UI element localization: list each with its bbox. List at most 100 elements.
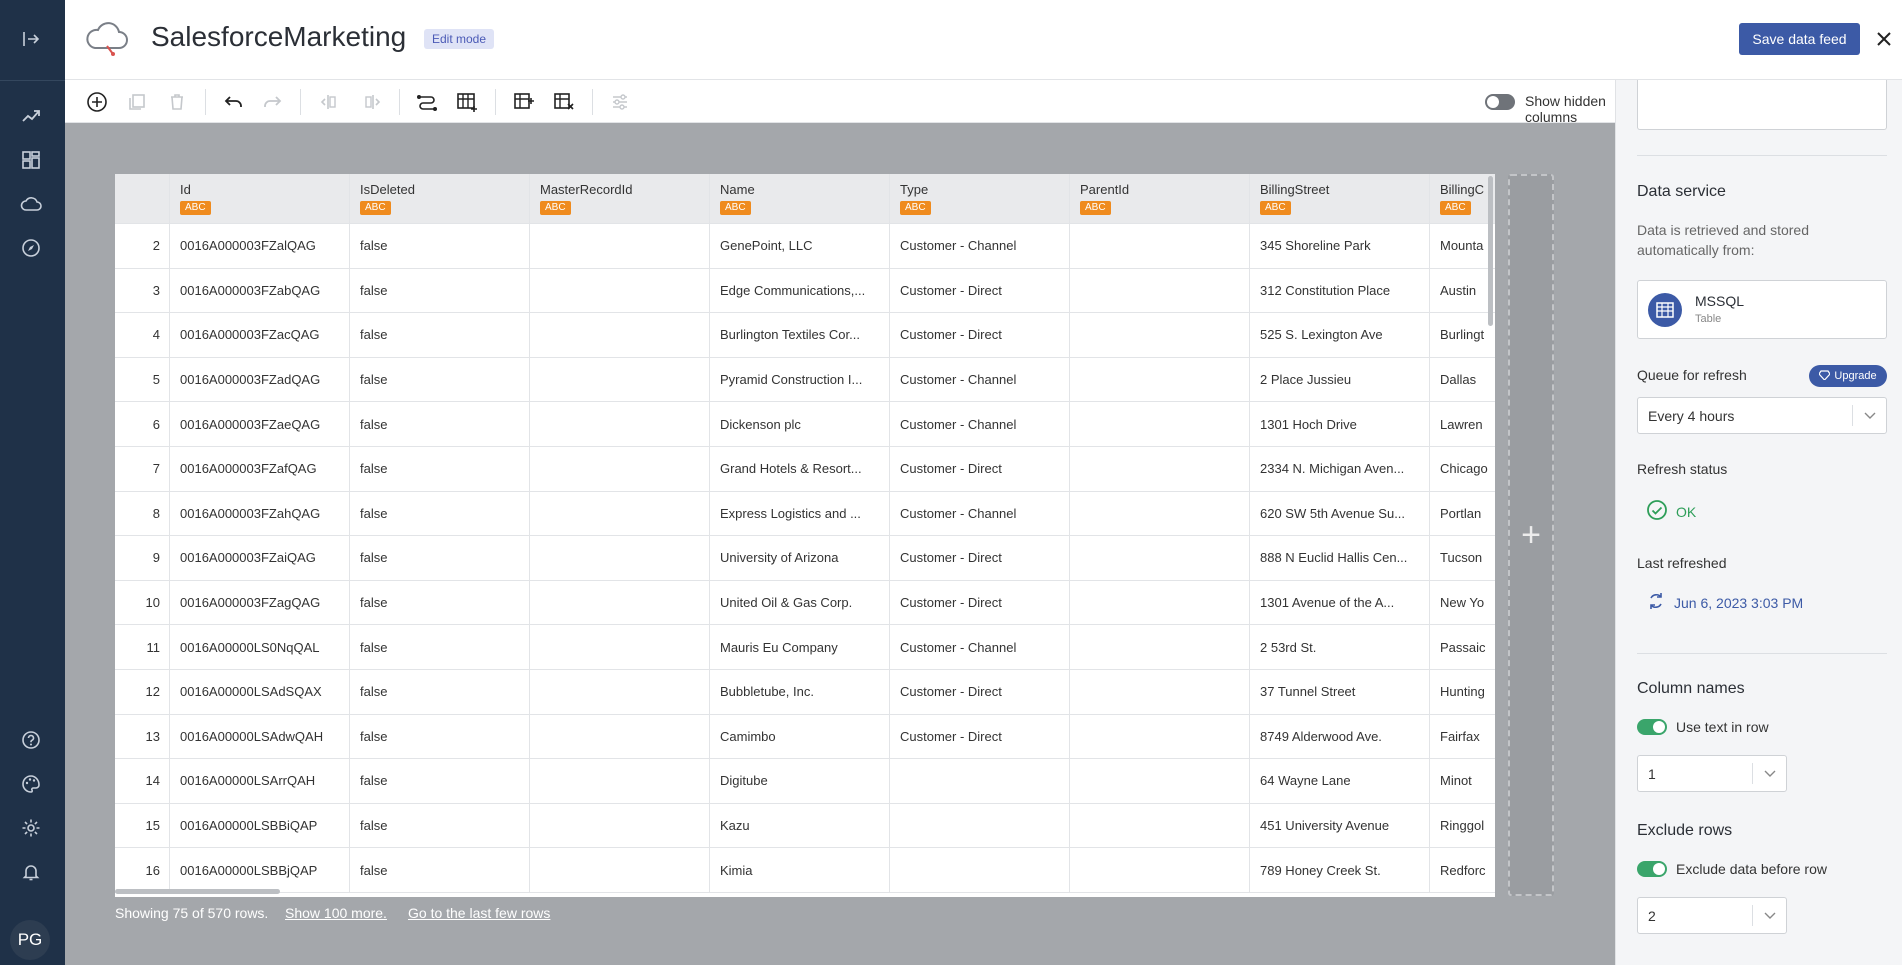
column-type-badge[interactable]: ABC (1080, 201, 1111, 215)
table-cell[interactable]: 0016A00000LSBBjQAP (170, 848, 350, 893)
column-type-badge[interactable]: ABC (1440, 201, 1471, 215)
table-cell[interactable]: Customer - Direct (890, 670, 1070, 715)
table-cell[interactable]: Chicago (1430, 447, 1495, 492)
undo-icon[interactable] (220, 89, 246, 115)
table-cell[interactable]: Mauris Eu Company (710, 625, 890, 670)
table-cell[interactable]: Customer - Channel (890, 357, 1070, 403)
table-cell[interactable]: 0016A00000LSAdSQAX (170, 670, 350, 715)
table-cell[interactable]: Bubbletube, Inc. (710, 670, 890, 715)
palette-icon[interactable] (18, 771, 44, 797)
table-cell[interactable] (1070, 357, 1250, 403)
table-cell[interactable]: Customer - Channel (890, 491, 1070, 537)
table-cell[interactable]: Customer - Direct (890, 536, 1070, 581)
table-cell[interactable]: false (350, 447, 530, 492)
remove-table-icon[interactable] (551, 89, 577, 115)
queue-select[interactable]: Every 4 hours (1637, 397, 1887, 434)
table-cell[interactable]: Pyramid Construction I... (710, 357, 890, 403)
column-type-badge[interactable]: ABC (540, 201, 571, 215)
exclude-row-select[interactable]: 2 (1637, 897, 1787, 934)
table-cell[interactable] (530, 357, 710, 403)
table-cell[interactable]: false (350, 803, 530, 849)
table-cell[interactable] (1070, 580, 1250, 626)
table-cell[interactable]: 0016A000003FZagQAG (170, 580, 350, 626)
expand-nav-icon[interactable] (18, 26, 44, 52)
table-cell[interactable]: Customer - Channel (890, 224, 1070, 269)
table-cell[interactable]: false (350, 670, 530, 715)
table-cell[interactable]: Kazu (710, 803, 890, 849)
table-cell[interactable]: 1301 Hoch Drive (1250, 402, 1430, 447)
table-cell[interactable]: Grand Hotels & Resort... (710, 447, 890, 492)
table-cell[interactable]: Camimbo (710, 714, 890, 760)
table-cell[interactable] (530, 714, 710, 760)
add-column-button[interactable]: + (1508, 174, 1554, 896)
table-cell[interactable]: 64 Wayne Lane (1250, 759, 1430, 804)
save-data-feed-button[interactable]: Save data feed (1739, 23, 1860, 55)
column-header[interactable]: Name ABC (710, 174, 890, 224)
table-cell[interactable]: false (350, 491, 530, 537)
table-cell[interactable]: false (350, 848, 530, 893)
table-cell[interactable] (1070, 803, 1250, 849)
table-cell[interactable] (530, 491, 710, 537)
notification-bell-icon[interactable] (18, 859, 44, 885)
table-cell[interactable]: 0016A000003FZaeQAG (170, 402, 350, 447)
table-cell[interactable]: Portlan (1430, 492, 1495, 537)
table-cell[interactable]: Ringgol (1430, 804, 1495, 849)
table-cell[interactable]: false (350, 313, 530, 358)
filter-settings-icon[interactable] (607, 89, 633, 115)
table-cell[interactable] (1070, 848, 1250, 893)
table-cell[interactable]: false (350, 402, 530, 447)
table-cell[interactable]: 37 Tunnel Street (1250, 670, 1430, 715)
table-cell[interactable]: 0016A000003FZacQAG (170, 313, 350, 358)
table-cell[interactable]: false (350, 714, 530, 760)
table-cell[interactable]: Customer - Direct (890, 268, 1070, 314)
table-cell[interactable] (530, 580, 710, 626)
column-header[interactable]: IsDeleted ABC (350, 174, 530, 224)
table-cell[interactable]: false (350, 759, 530, 804)
table-cell[interactable]: false (350, 224, 530, 269)
table-cell[interactable]: 0016A000003FZahQAG (170, 491, 350, 537)
table-cell[interactable] (530, 848, 710, 893)
upgrade-button[interactable]: Upgrade (1809, 365, 1887, 387)
table-cell[interactable]: Kimia (710, 848, 890, 893)
last-refreshed[interactable]: Jun 6, 2023 3:03 PM (1646, 591, 1803, 614)
table-cell[interactable]: false (350, 268, 530, 314)
table-cell[interactable]: false (350, 357, 530, 403)
table-cell[interactable]: 312 Constitution Place (1250, 268, 1430, 314)
user-avatar[interactable]: PG (10, 920, 50, 960)
table-cell[interactable]: University of Arizona (710, 536, 890, 581)
table-cell[interactable]: Mounta (1430, 224, 1495, 269)
description-textarea[interactable] (1637, 80, 1887, 130)
table-cell[interactable] (530, 803, 710, 849)
table-cell[interactable]: 0016A000003FZafQAG (170, 447, 350, 492)
table-cell[interactable]: Lawren (1430, 402, 1495, 447)
column-header[interactable]: BillingStreet ABC (1250, 174, 1430, 224)
last-rows-link[interactable]: Go to the last few rows (408, 905, 550, 921)
table-cell[interactable]: Customer - Channel (890, 625, 1070, 670)
column-type-badge[interactable]: ABC (1260, 201, 1291, 215)
column-type-badge[interactable]: ABC (180, 201, 211, 215)
table-cell[interactable]: 525 S. Lexington Ave (1250, 313, 1430, 358)
table-cell[interactable]: Austin (1430, 269, 1495, 314)
table-cell[interactable] (1070, 670, 1250, 715)
move-left-icon[interactable] (315, 89, 341, 115)
compass-icon[interactable] (18, 235, 44, 261)
use-text-toggle[interactable] (1637, 719, 1667, 735)
table-cell[interactable]: 620 SW 5th Avenue Su... (1250, 491, 1430, 537)
table-cell[interactable]: Customer - Direct (890, 580, 1070, 626)
show-more-link[interactable]: Show 100 more. (285, 905, 387, 921)
table-cell[interactable]: 0016A000003FZaiQAG (170, 536, 350, 581)
table-cell[interactable] (890, 759, 1070, 804)
table-cell[interactable]: 0016A000003FZalQAG (170, 224, 350, 269)
column-header[interactable]: MasterRecordId ABC (530, 174, 710, 224)
table-cell[interactable]: Digitube (710, 759, 890, 804)
table-cell[interactable]: Fairfax (1430, 715, 1495, 760)
close-icon[interactable] (1869, 24, 1899, 54)
table-cell[interactable]: Passaic (1430, 625, 1495, 670)
table-cell[interactable]: Minot (1430, 759, 1495, 804)
table-cell[interactable]: 2334 N. Michigan Aven... (1250, 447, 1430, 492)
table-cell[interactable]: false (350, 580, 530, 626)
table-cell[interactable]: Customer - Channel (890, 402, 1070, 447)
header-row-select[interactable]: 1 (1637, 755, 1787, 792)
add-table-icon[interactable] (511, 89, 537, 115)
table-cell[interactable]: Dickenson plc (710, 402, 890, 447)
